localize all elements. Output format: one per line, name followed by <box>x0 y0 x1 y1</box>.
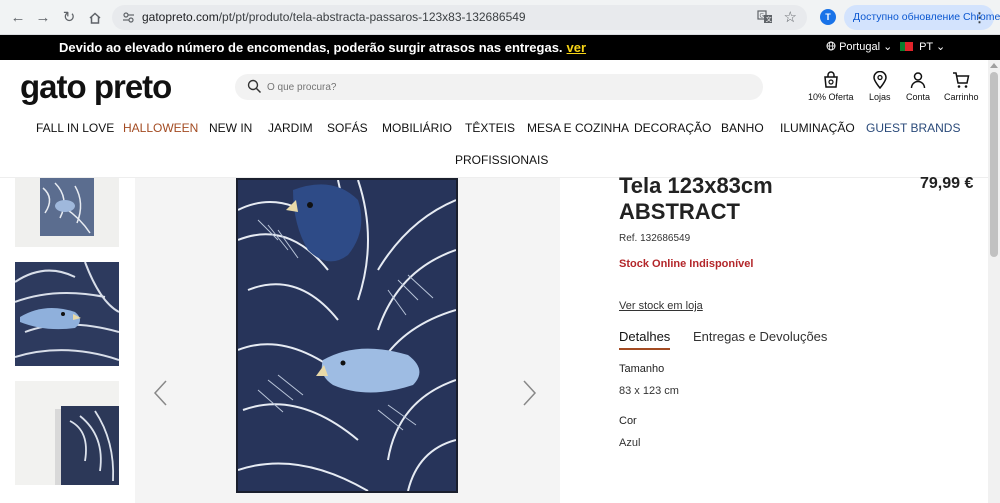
cart-link[interactable]: Carrinho <box>944 71 979 102</box>
address-bar[interactable]: gatopreto.com/pt/pt/produto/tela-abstrac… <box>112 5 807 30</box>
bookmark-star-icon[interactable]: ☆ <box>784 8 797 26</box>
stores-link[interactable]: Lojas <box>869 71 891 102</box>
menu-dots-icon[interactable]: ⋮ <box>973 5 986 30</box>
detail-size-label: Tamanho <box>619 363 665 375</box>
category-nav: FALL IN LOVE HALLOWEEN NEW IN JARDIM SOF… <box>0 117 988 177</box>
stores-label: Lojas <box>869 92 891 102</box>
product-title-line-1: Tela 123x83cm <box>619 173 773 198</box>
thumbnail-image <box>15 381 119 485</box>
search-icon <box>247 79 262 94</box>
chrome-update-button[interactable]: Доступно обновление Chrome ⋮ <box>844 5 1000 30</box>
announcement-link[interactable]: ver <box>567 40 587 55</box>
previous-image-arrow-icon[interactable] <box>151 378 171 408</box>
detail-size-value: 83 x 123 cm <box>619 385 679 397</box>
nav-new-in[interactable]: NEW IN <box>209 121 252 135</box>
site-logo[interactable]: gato preto <box>20 68 172 106</box>
nav-guest-brands[interactable]: GUEST BRANDS <box>866 121 960 135</box>
scrollbar-thumb[interactable] <box>990 72 998 257</box>
nav-texteis[interactable]: TÊXTEIS <box>465 121 515 135</box>
tab-deliveries-returns[interactable]: Entregas e Devoluções <box>693 329 827 344</box>
nav-fall-in-love[interactable]: FALL IN LOVE <box>36 121 114 135</box>
thumbnail-image <box>15 262 119 366</box>
reload-icon[interactable]: ↻ <box>59 8 79 28</box>
product-thumbnail[interactable] <box>15 178 119 247</box>
svg-text:G: G <box>760 14 765 20</box>
nav-jardim[interactable]: JARDIM <box>268 121 313 135</box>
account-label: Conta <box>906 92 931 102</box>
chevron-down-icon: ⌄ <box>883 41 893 53</box>
translate-icon[interactable]: G文 <box>757 9 773 25</box>
detail-color-value: Azul <box>619 437 641 449</box>
stock-status: Stock Online Indisponível <box>619 258 754 270</box>
search-input[interactable] <box>267 78 747 96</box>
tab-details[interactable]: Detalhes <box>619 329 671 350</box>
cart-icon <box>953 72 970 88</box>
view-store-stock-link[interactable]: Ver stock em loja <box>619 300 703 312</box>
nav-iluminacao[interactable]: ILUMINAÇÃO <box>780 121 855 135</box>
artwork-image <box>238 180 456 491</box>
product-thumbnail[interactable] <box>15 381 119 485</box>
gift-bag-icon <box>823 71 838 88</box>
nav-profissionais[interactable]: PROFISSIONAIS <box>455 153 548 167</box>
site-info-icon[interactable] <box>122 11 135 24</box>
thumbnail-image <box>15 178 119 247</box>
next-image-arrow-icon[interactable] <box>519 378 539 408</box>
page-scrollbar[interactable] <box>988 60 1000 503</box>
user-icon <box>910 72 926 89</box>
product-ref: Ref. 132686549 <box>619 233 691 244</box>
nav-decoracao[interactable]: DECORAÇÃO <box>634 121 711 135</box>
scroll-up-arrow-icon[interactable] <box>990 63 998 68</box>
detail-color-label: Cor <box>619 415 637 427</box>
browser-toolbar: ← → ↻ gatopreto.com/pt/pt/produto/tela-a… <box>0 0 1000 35</box>
country-selector[interactable]: PT ⌄ <box>900 40 945 53</box>
nav-halloween[interactable]: HALLOWEEN <box>123 121 198 135</box>
product-title-line-2: ABSTRACT <box>619 199 740 224</box>
url-text[interactable]: gatopreto.com/pt/pt/produto/tela-abstrac… <box>142 10 526 24</box>
cart-label: Carrinho <box>944 92 979 102</box>
offer-label: 10% Oferta <box>808 92 854 102</box>
profile-avatar[interactable]: T <box>820 9 836 25</box>
product-price: 79,99 € <box>920 175 974 192</box>
search-bar[interactable] <box>235 74 763 100</box>
announcement-bar: Devido ao elevado número de encomendas, … <box>0 35 1000 60</box>
account-link[interactable]: Conta <box>906 71 930 102</box>
svg-text:文: 文 <box>766 16 772 24</box>
location-pin-icon <box>872 71 887 89</box>
portugal-flag-icon <box>900 42 913 51</box>
product-thumbnail[interactable] <box>15 262 119 366</box>
nav-sofas[interactable]: SOFÁS <box>327 121 368 135</box>
nav-banho[interactable]: BANHO <box>721 121 764 135</box>
product-image-stage <box>135 178 560 503</box>
nav-mobiliario[interactable]: MOBILIÁRIO <box>382 121 452 135</box>
chevron-down-icon: ⌄ <box>935 41 946 53</box>
offer-link[interactable]: 10% Oferta <box>808 71 854 102</box>
product-title: Tela 123x83cm ABSTRACT <box>619 173 773 225</box>
home-icon[interactable] <box>85 8 105 28</box>
back-icon[interactable]: ← <box>8 8 28 28</box>
nav-mesa-e-cozinha[interactable]: MESA E COZINHA <box>527 121 629 135</box>
forward-icon[interactable]: → <box>33 8 53 28</box>
announcement-message: Devido ao elevado número de encomendas, … <box>59 40 587 55</box>
product-main-image[interactable] <box>236 178 458 493</box>
language-selector[interactable]: Portugal ⌄ <box>826 40 892 53</box>
globe-icon <box>826 41 836 51</box>
